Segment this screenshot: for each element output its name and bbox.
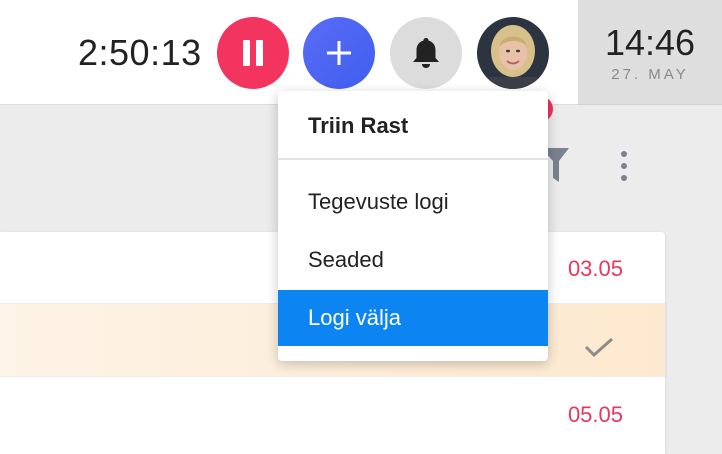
check-icon[interactable] xyxy=(583,336,615,363)
bell-icon xyxy=(413,38,439,68)
top-bar: 2:50:13 xyxy=(0,0,578,105)
plus-icon xyxy=(327,41,351,65)
more-vertical-icon[interactable] xyxy=(614,150,634,187)
timer-display: 2:50:13 xyxy=(78,32,202,73)
pause-icon xyxy=(243,40,250,66)
menu-item-settings[interactable]: Seaded xyxy=(278,232,548,288)
user-menu: Triin Rast Tegevuste logi Seaded Logi vä… xyxy=(278,91,548,361)
user-avatar[interactable] xyxy=(477,17,549,89)
clock-time: 14:46 xyxy=(604,22,696,63)
menu-user-name: Triin Rast xyxy=(308,113,409,138)
menu-item-logout[interactable]: Logi välja xyxy=(278,290,548,346)
menu-divider xyxy=(278,158,548,160)
list-item[interactable]: 05.05 xyxy=(0,377,665,454)
clock-panel: 14:46 27. MAY xyxy=(578,0,722,105)
menu-item-activity-log[interactable]: Tegevuste logi xyxy=(278,174,548,230)
pause-button[interactable] xyxy=(217,17,289,89)
clock-date: 27. MAY xyxy=(611,66,689,83)
notifications-button[interactable] xyxy=(390,17,462,89)
item-date: 03.05 xyxy=(567,256,623,281)
item-date: 05.05 xyxy=(567,402,623,427)
add-button[interactable] xyxy=(303,17,375,89)
